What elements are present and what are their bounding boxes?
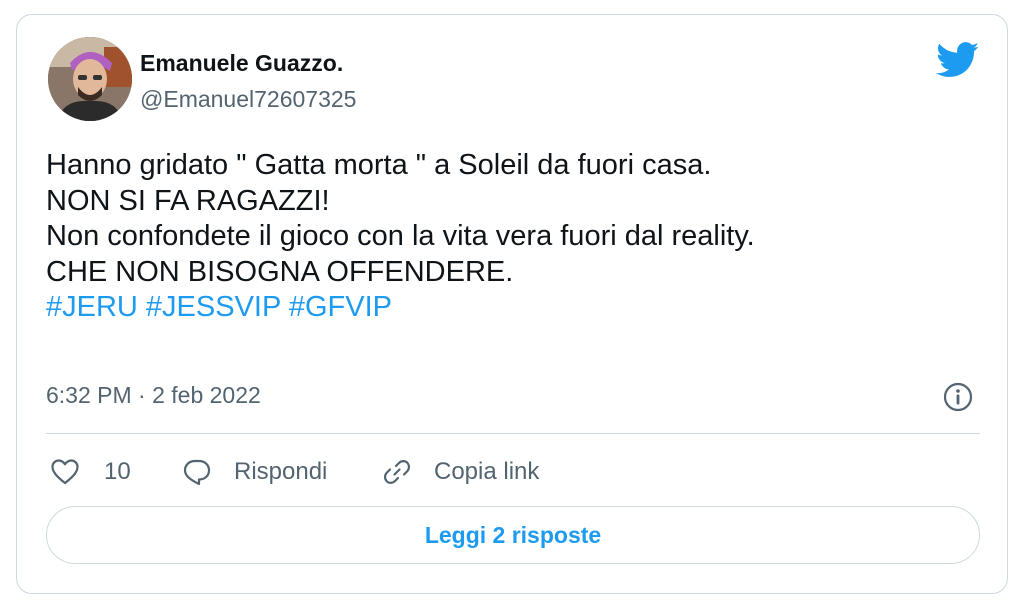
like-button[interactable]: 10 <box>50 452 131 492</box>
like-count: 10 <box>104 458 131 485</box>
hashtags: #JERU #JESSVIP #GFVIP <box>46 290 976 326</box>
link-icon <box>383 460 411 484</box>
reply-label: Rispondi <box>234 458 328 485</box>
divider <box>46 433 980 434</box>
avatar-photo <box>48 37 132 121</box>
reply-button[interactable]: Rispondi <box>182 452 327 492</box>
tweet-line: NON SI FA RAGAZZI! <box>46 184 330 217</box>
tweet-timestamp[interactable]: 6:32 PM · 2 feb 2022 <box>46 382 261 409</box>
hashtag-link[interactable]: #JESSVIP <box>146 291 281 323</box>
author-handle[interactable]: @Emanuel72607325 <box>140 86 356 113</box>
tweet-text: Hanno gridato " Gatta morta " a Soleil d… <box>46 148 976 326</box>
reply-bubble-icon <box>183 459 211 486</box>
read-replies-button[interactable]: Leggi 2 risposte <box>46 506 980 564</box>
info-icon[interactable] <box>943 382 973 412</box>
copy-link-button[interactable]: Copia link <box>382 452 539 492</box>
tweet-line: Non confondete il gioco con la vita vera… <box>46 220 755 252</box>
tweet-line: Hanno gridato " Gatta morta " a Soleil d… <box>46 149 712 181</box>
avatar[interactable] <box>48 37 132 121</box>
heart-icon <box>51 459 79 485</box>
twitter-bird-icon[interactable] <box>936 42 980 78</box>
copy-link-label: Copia link <box>434 458 540 485</box>
tweet-line: CHE NON BISOGNA OFFENDERE. <box>46 255 514 288</box>
author-name[interactable]: Emanuele Guazzo. <box>140 50 343 77</box>
hashtag-link[interactable]: #GFVIP <box>289 291 392 323</box>
hashtag-link[interactable]: #JERU <box>46 291 138 323</box>
